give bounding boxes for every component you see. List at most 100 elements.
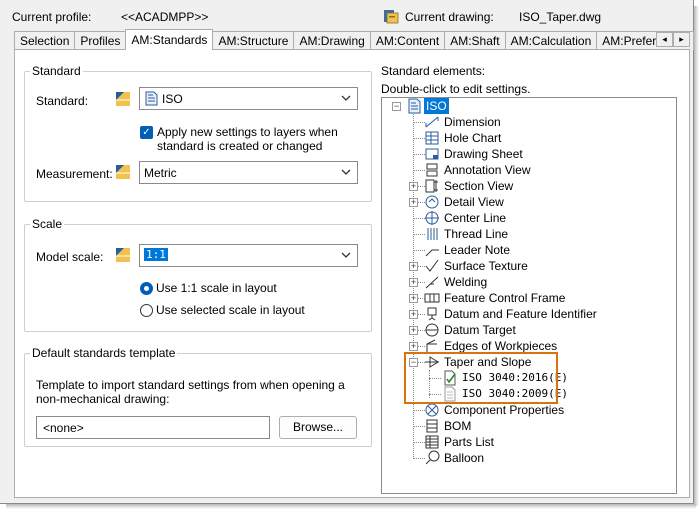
standard-group-title: Standard bbox=[30, 64, 83, 78]
model-scale-combo[interactable]: 1:1 bbox=[139, 244, 358, 267]
tab-am-standards[interactable]: AM:Standards bbox=[125, 29, 214, 50]
browse-button[interactable]: Browse... bbox=[279, 416, 357, 439]
tree-expand-toggle[interactable]: + bbox=[409, 310, 418, 319]
tree-item-feature-control-frame[interactable]: Feature Control Frame bbox=[444, 290, 565, 306]
chevron-down-icon bbox=[341, 249, 351, 259]
bom-icon bbox=[424, 418, 440, 434]
tab-am-structure[interactable]: AM:Structure bbox=[212, 31, 295, 50]
tab-scroll-left-button[interactable]: ◂ bbox=[656, 32, 673, 47]
measurement-combo[interactable]: Metric bbox=[139, 161, 358, 184]
balloon-icon bbox=[424, 450, 440, 466]
center-line-icon bbox=[424, 210, 440, 226]
drawing-sheet-icon bbox=[424, 146, 440, 162]
tree-item-datum-feature-identifier[interactable]: Datum and Feature Identifier bbox=[444, 306, 597, 322]
section-view-icon bbox=[424, 178, 440, 194]
tree-expand-toggle[interactable]: + bbox=[409, 294, 418, 303]
tab-scroll-buttons: ◂ ▸ bbox=[656, 32, 690, 47]
standard-elements-title: Standard elements: bbox=[381, 64, 486, 78]
template-path-field[interactable]: <none> bbox=[36, 416, 270, 439]
measurement-label: Measurement: bbox=[36, 167, 113, 181]
tree-item-surface-texture[interactable]: Surface Texture bbox=[444, 258, 528, 274]
tree-item-annotation-view[interactable]: Annotation View bbox=[444, 162, 531, 178]
tree-expand-toggle[interactable]: + bbox=[409, 262, 418, 271]
leader-note-icon bbox=[424, 242, 440, 258]
measurement-layer-icon bbox=[115, 164, 131, 180]
tab-am-content[interactable]: AM:Content bbox=[369, 31, 446, 50]
dialog-shadow-right bbox=[694, 6, 699, 506]
tree-root-iso[interactable]: ISO bbox=[424, 98, 449, 114]
use-selected-scale-label: Use selected scale in layout bbox=[156, 303, 305, 317]
tree-item-thread-line[interactable]: Thread Line bbox=[444, 226, 508, 242]
apply-layers-label-line2: standard is created or changed bbox=[157, 139, 323, 153]
welding-icon bbox=[424, 274, 440, 290]
taper-slope-callout-box bbox=[404, 352, 558, 404]
feature-control-frame-icon bbox=[424, 290, 440, 306]
tree-item-datum-target[interactable]: Datum Target bbox=[444, 322, 516, 338]
tab-am-shaft[interactable]: AM:Shaft bbox=[444, 31, 506, 50]
tree-collapse-toggle[interactable]: − bbox=[392, 102, 401, 111]
apply-layers-label-line1: Apply new settings to layers when bbox=[157, 125, 338, 139]
tree-expand-toggle[interactable]: + bbox=[409, 182, 418, 191]
template-group-title: Default standards template bbox=[30, 346, 178, 360]
template-description-line1: Template to import standard settings fro… bbox=[36, 378, 345, 392]
standard-elements-tree[interactable]: − ISO + + + + + + + + − Dimension Hole C… bbox=[381, 97, 677, 494]
scale-layer-icon bbox=[115, 247, 131, 263]
tab-am-drawing[interactable]: AM:Drawing bbox=[293, 31, 371, 50]
template-description-line2: non-mechanical drawing: bbox=[36, 392, 170, 406]
standard-value: ISO bbox=[162, 92, 183, 106]
use-selected-scale-radio[interactable] bbox=[140, 304, 153, 317]
tab-profiles[interactable]: Profiles bbox=[74, 31, 127, 50]
model-scale-label: Model scale: bbox=[36, 250, 104, 264]
standard-label: Standard: bbox=[36, 94, 89, 108]
chevron-down-icon bbox=[341, 166, 351, 176]
tree-item-center-line[interactable]: Center Line bbox=[444, 210, 506, 226]
tree-item-hole-chart[interactable]: Hole Chart bbox=[444, 130, 501, 146]
tab-am-calculation[interactable]: AM:Calculation bbox=[504, 31, 598, 50]
standard-combo[interactable]: ISO bbox=[139, 87, 358, 110]
tree-item-dimension[interactable]: Dimension bbox=[444, 114, 501, 130]
current-profile-value: <<ACADMPP>> bbox=[121, 10, 209, 24]
chevron-down-icon bbox=[341, 92, 351, 102]
tree-expand-toggle[interactable]: + bbox=[409, 278, 418, 287]
iso-standard-icon bbox=[144, 91, 158, 106]
iso-standard-icon bbox=[406, 98, 422, 114]
tree-item-parts-list[interactable]: Parts List bbox=[444, 434, 494, 450]
annotation-view-icon bbox=[424, 162, 440, 178]
parts-list-icon bbox=[424, 434, 440, 450]
tree-expand-toggle[interactable]: + bbox=[409, 342, 418, 351]
dialog-shadow-bottom bbox=[6, 504, 696, 509]
tab-scroll-right-button[interactable]: ▸ bbox=[673, 32, 690, 47]
options-dialog: Current profile: <<ACADMPP>> Current dra… bbox=[0, 0, 695, 504]
model-scale-value: 1:1 bbox=[144, 248, 168, 261]
current-drawing-label: Current drawing: bbox=[405, 10, 494, 24]
current-profile-label: Current profile: bbox=[12, 10, 92, 24]
tree-item-drawing-sheet[interactable]: Drawing Sheet bbox=[444, 146, 523, 162]
detail-view-icon bbox=[424, 194, 440, 210]
dimension-icon bbox=[424, 114, 440, 130]
tree-item-bom[interactable]: BOM bbox=[444, 418, 471, 434]
tree-item-balloon[interactable]: Balloon bbox=[444, 450, 484, 466]
tree-expand-toggle[interactable]: + bbox=[409, 198, 418, 207]
current-drawing-value: ISO_Taper.dwg bbox=[519, 10, 602, 24]
tree-item-section-view[interactable]: Section View bbox=[444, 178, 513, 194]
tab-strip: Selection Profiles AM:Standards AM:Struc… bbox=[14, 29, 695, 50]
use-1to1-scale-label: Use 1:1 scale in layout bbox=[156, 281, 277, 295]
datum-identifier-icon bbox=[424, 306, 440, 322]
tree-expand-toggle[interactable]: + bbox=[409, 326, 418, 335]
use-1to1-scale-radio[interactable] bbox=[140, 282, 153, 295]
surface-texture-icon bbox=[424, 258, 440, 274]
standard-elements-hint: Double-click to edit settings. bbox=[381, 82, 531, 96]
tree-item-welding[interactable]: Welding bbox=[444, 274, 487, 290]
standard-layer-icon bbox=[115, 91, 131, 107]
drawing-file-icon bbox=[383, 8, 399, 24]
tree-item-detail-view[interactable]: Detail View bbox=[444, 194, 504, 210]
template-path-value: <none> bbox=[43, 421, 84, 435]
tree-item-component-properties[interactable]: Component Properties bbox=[444, 402, 564, 418]
tree-item-leader-note[interactable]: Leader Note bbox=[444, 242, 510, 258]
tab-selection[interactable]: Selection bbox=[14, 31, 76, 50]
apply-layers-checkbox[interactable]: ✓ bbox=[140, 126, 153, 139]
scale-group-title: Scale bbox=[30, 217, 65, 231]
datum-target-icon bbox=[424, 322, 440, 338]
component-properties-icon bbox=[424, 402, 440, 418]
hole-chart-icon bbox=[424, 130, 440, 146]
